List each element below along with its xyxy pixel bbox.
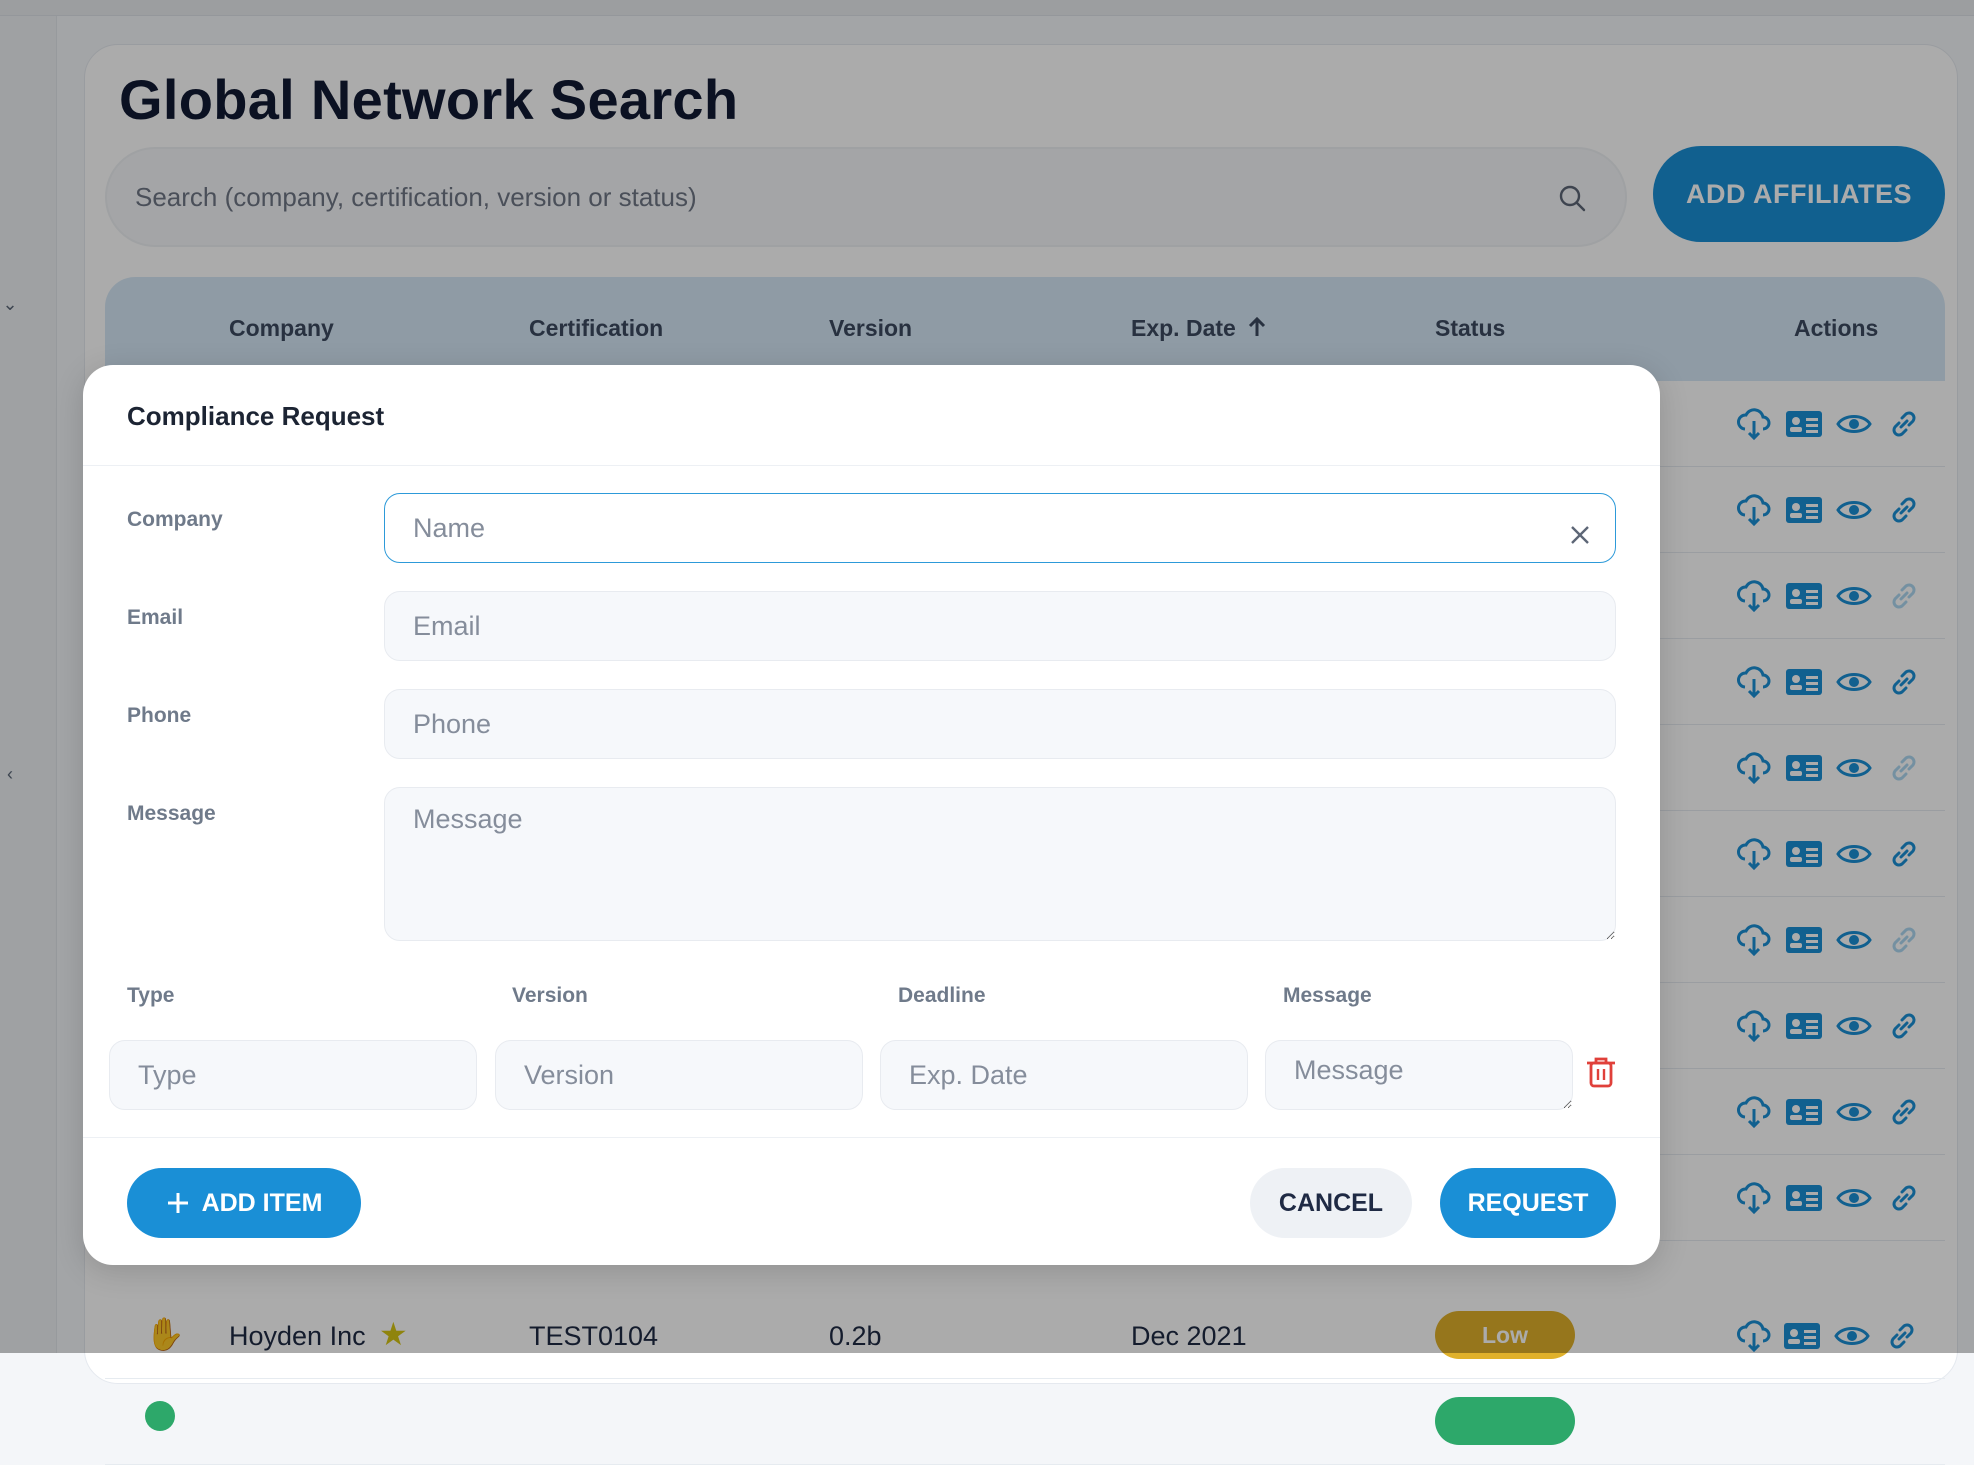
add-item-button[interactable]: ADD ITEM [127, 1168, 361, 1238]
trash-icon[interactable] [1585, 1055, 1617, 1089]
compliance-request-modal: Compliance Request Company Email Phone M… [83, 365, 1660, 1265]
clear-icon[interactable] [1568, 523, 1592, 547]
message-label: Message [127, 802, 216, 825]
item-type-label: Type [127, 984, 175, 1007]
message-field[interactable] [384, 787, 1616, 941]
company-name-field[interactable] [384, 493, 1616, 563]
modal-title: Compliance Request [127, 401, 385, 431]
item-version-field[interactable] [495, 1040, 863, 1110]
cancel-button[interactable]: CANCEL [1250, 1168, 1412, 1238]
item-message-label: Message [1283, 984, 1372, 1007]
item-deadline-label: Deadline [898, 984, 986, 1007]
status-dot [145, 1401, 175, 1431]
item-message-field[interactable] [1265, 1040, 1573, 1110]
phone-label: Phone [127, 704, 192, 727]
item-deadline-field[interactable] [880, 1040, 1248, 1110]
status-badge [1435, 1397, 1575, 1445]
email-label: Email [127, 606, 184, 629]
item-type-field[interactable] [109, 1040, 477, 1110]
modal-footer: ADD ITEM CANCEL REQUEST [83, 1137, 1660, 1265]
modal-header: Compliance Request [83, 365, 1660, 466]
company-field-wrap [83, 493, 1660, 565]
table-row[interactable] [105, 1379, 1945, 1465]
email-field[interactable] [384, 591, 1616, 661]
request-button[interactable]: REQUEST [1440, 1168, 1616, 1238]
plus-icon [167, 1193, 188, 1213]
add-item-label: ADD ITEM [201, 1188, 323, 1217]
item-version-label: Version [512, 984, 588, 1007]
phone-field[interactable] [384, 689, 1616, 759]
